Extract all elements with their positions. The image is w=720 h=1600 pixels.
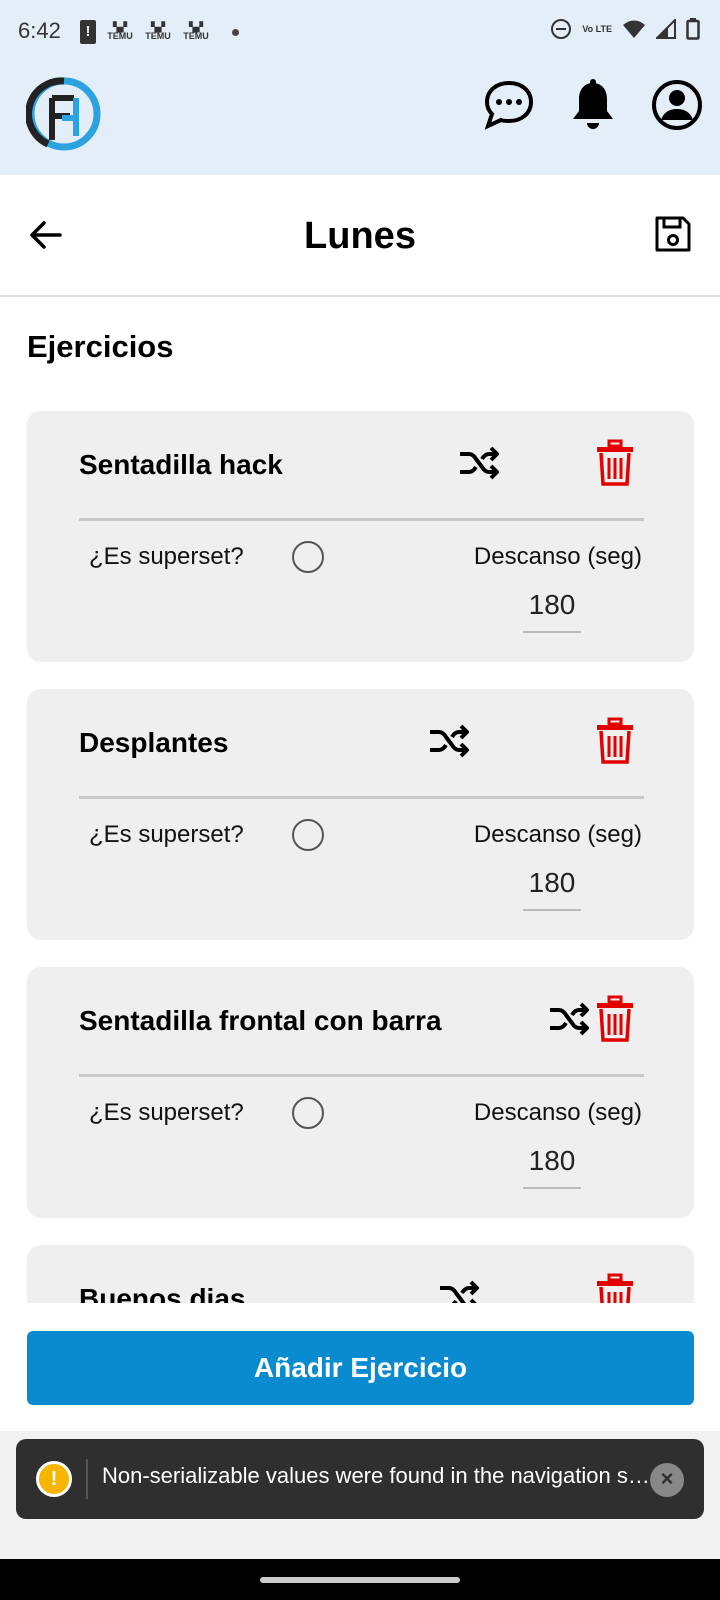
superset-label: ¿Es superset?: [89, 1099, 244, 1126]
superset-radio[interactable]: [292, 1097, 324, 1129]
temu-notification-icon: ▚▞ TEMU: [183, 22, 209, 41]
status-system-icons: Vo LTE: [550, 18, 700, 40]
app-header: [0, 66, 720, 175]
toast-separator: [86, 1459, 88, 1499]
dnd-icon: [551, 19, 572, 39]
wifi-icon: [623, 20, 645, 38]
card-divider: [79, 518, 644, 521]
exercise-name: Sentadilla frontal con barra: [79, 1005, 442, 1036]
battery-icon: [686, 18, 700, 40]
home-gesture-handle[interactable]: [260, 1577, 460, 1583]
title-bar: Lunes: [0, 175, 720, 297]
chat-button[interactable]: [482, 78, 536, 132]
rest-input[interactable]: 180: [523, 1145, 581, 1189]
page-title: Lunes: [304, 215, 416, 257]
temu-notification-icon: ▚▞ TEMU: [107, 22, 133, 41]
warning-icon: !: [36, 1461, 72, 1497]
exercise-name: Desplantes: [79, 727, 229, 758]
profile-button[interactable]: [650, 78, 704, 132]
superset-label: ¿Es superset?: [89, 821, 244, 848]
trash-icon[interactable]: [595, 1273, 635, 1303]
status-bar: 6:42 ! ▚▞ TEMU ▚▞ TEMU ▚▞ TEMU Vo LTE: [0, 0, 720, 66]
exercise-list-container[interactable]: Ejercicios Sentadilla hack ¿Es superset?…: [0, 297, 720, 1303]
trash-icon[interactable]: [595, 439, 635, 487]
shuffle-icon[interactable]: [457, 441, 501, 485]
close-icon[interactable]: ×: [650, 1463, 684, 1497]
save-icon[interactable]: [652, 213, 694, 255]
superset-radio[interactable]: [292, 541, 324, 573]
toast-message: Non-serializable values were found in th…: [102, 1463, 654, 1488]
superset-radio[interactable]: [292, 819, 324, 851]
chat-icon: [484, 80, 534, 130]
section-title: Ejercicios: [27, 329, 174, 364]
exercise-card: Sentadilla hack ¿Es superset? Descanso (…: [27, 411, 694, 662]
exercise-name: Sentadilla hack: [79, 449, 283, 480]
more-notifications-dot-icon: [232, 28, 239, 36]
bell-icon: [573, 79, 613, 129]
exercise-card: Sentadilla frontal con barra ¿Es superse…: [27, 967, 694, 1218]
rest-label: Descanso (seg): [473, 821, 642, 848]
status-time: 6:42: [18, 18, 61, 43]
account-icon: [652, 80, 702, 130]
add-exercise-button[interactable]: Añadir Ejercicio: [27, 1331, 694, 1405]
shuffle-icon[interactable]: [427, 719, 471, 763]
volte-icon: Vo LTE: [582, 23, 612, 34]
shuffle-icon[interactable]: [547, 997, 591, 1041]
notifications-button[interactable]: [566, 78, 620, 132]
shuffle-icon[interactable]: [437, 1275, 481, 1303]
rest-input[interactable]: 180: [523, 589, 581, 633]
superset-label: ¿Es superset?: [89, 543, 244, 570]
system-nav-bar: [0, 1559, 720, 1600]
card-divider: [79, 796, 644, 799]
app-logo-icon: [26, 77, 101, 151]
exercise-name: Buenos dias: [79, 1283, 246, 1303]
exercise-card: Desplantes ¿Es superset? Descanso (seg) …: [27, 689, 694, 940]
trash-icon[interactable]: [595, 717, 635, 765]
warning-toast[interactable]: ! Non-serializable values were found in …: [16, 1439, 704, 1519]
rest-input[interactable]: 180: [523, 867, 581, 911]
rest-label: Descanso (seg): [473, 543, 642, 570]
trash-icon[interactable]: [595, 995, 635, 1043]
status-notification-icons: ! ▚▞ TEMU ▚▞ TEMU ▚▞ TEMU: [80, 20, 239, 44]
exercise-card: Buenos dias: [27, 1245, 694, 1303]
signal-icon: [656, 19, 676, 39]
temu-notification-icon: ▚▞ TEMU: [145, 22, 171, 41]
rest-label: Descanso (seg): [473, 1099, 642, 1126]
alert-notification-icon: !: [80, 20, 96, 44]
card-divider: [79, 1074, 644, 1077]
